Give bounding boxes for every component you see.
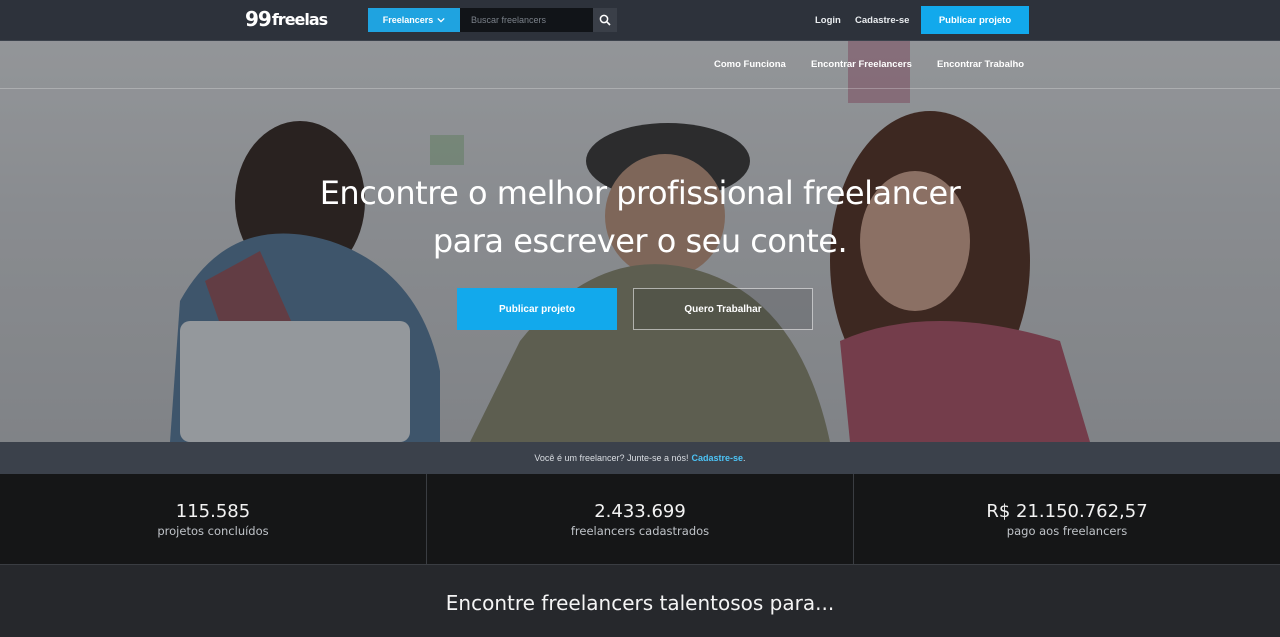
join-signup-link[interactable]: Cadastre-se <box>692 453 744 463</box>
section-title: Encontre freelancers talentosos para... <box>445 591 835 615</box>
stat-paid: R$ 21.150.762,57 pago aos freelancers <box>854 474 1280 564</box>
stat-value: 115.585 <box>175 500 251 522</box>
hero-headline-line2: para escrever o seu conte. <box>432 222 848 260</box>
logo-number: 99 <box>245 7 272 31</box>
category-dropdown[interactable]: Freelancers <box>368 8 460 32</box>
talent-section: Encontre freelancers talentosos para... <box>0 564 1280 637</box>
hero-headline-line1: Encontre o melhor profissional freelance… <box>319 174 961 212</box>
nav-como-funciona[interactable]: Como Funciona <box>714 59 786 70</box>
search-icon <box>599 14 611 26</box>
top-navbar: 99 freelas Freelancers Login Cadastre-se… <box>0 0 1280 41</box>
search-button[interactable] <box>593 8 617 32</box>
join-end: . <box>743 453 746 463</box>
nav-encontrar-freelancers[interactable]: Encontrar Freelancers <box>811 59 912 70</box>
stat-label: projetos concluídos <box>157 523 269 538</box>
search-bar: Freelancers <box>368 8 617 32</box>
stat-value: R$ 21.150.762,57 <box>986 500 1148 522</box>
stat-label: pago aos freelancers <box>1006 523 1128 538</box>
publish-project-button[interactable]: Publicar projeto <box>921 6 1029 34</box>
hero-headline: Encontre o melhor profissional freelance… <box>0 169 1280 265</box>
stat-value: 2.433.699 <box>594 500 686 522</box>
secondary-nav: Como Funciona Encontrar Freelancers Enco… <box>0 41 1280 89</box>
logo[interactable]: 99 freelas <box>245 7 328 31</box>
stat-label: freelancers cadastrados <box>570 523 710 538</box>
stat-freelancers: 2.433.699 freelancers cadastrados <box>427 474 854 564</box>
logo-word: freelas <box>271 10 328 29</box>
hero-work-button[interactable]: Quero Trabalhar <box>633 288 813 330</box>
signup-link[interactable]: Cadastre-se <box>855 15 909 26</box>
login-link[interactable]: Login <box>815 15 841 26</box>
hero-section: Como Funciona Encontrar Freelancers Enco… <box>0 41 1280 442</box>
nav-encontrar-trabalho[interactable]: Encontrar Trabalho <box>937 59 1024 70</box>
search-input[interactable] <box>460 8 593 32</box>
chevron-down-icon <box>437 17 445 23</box>
join-text: Você é um freelancer? Junte-se a nós! <box>534 453 689 463</box>
stat-projects: 115.585 projetos concluídos <box>0 474 427 564</box>
stats-bar: 115.585 projetos concluídos 2.433.699 fr… <box>0 474 1280 564</box>
join-banner: Você é um freelancer? Junte-se a nós! Ca… <box>0 442 1280 474</box>
category-label: Freelancers <box>382 15 434 25</box>
hero-publish-button[interactable]: Publicar projeto <box>457 288 617 330</box>
